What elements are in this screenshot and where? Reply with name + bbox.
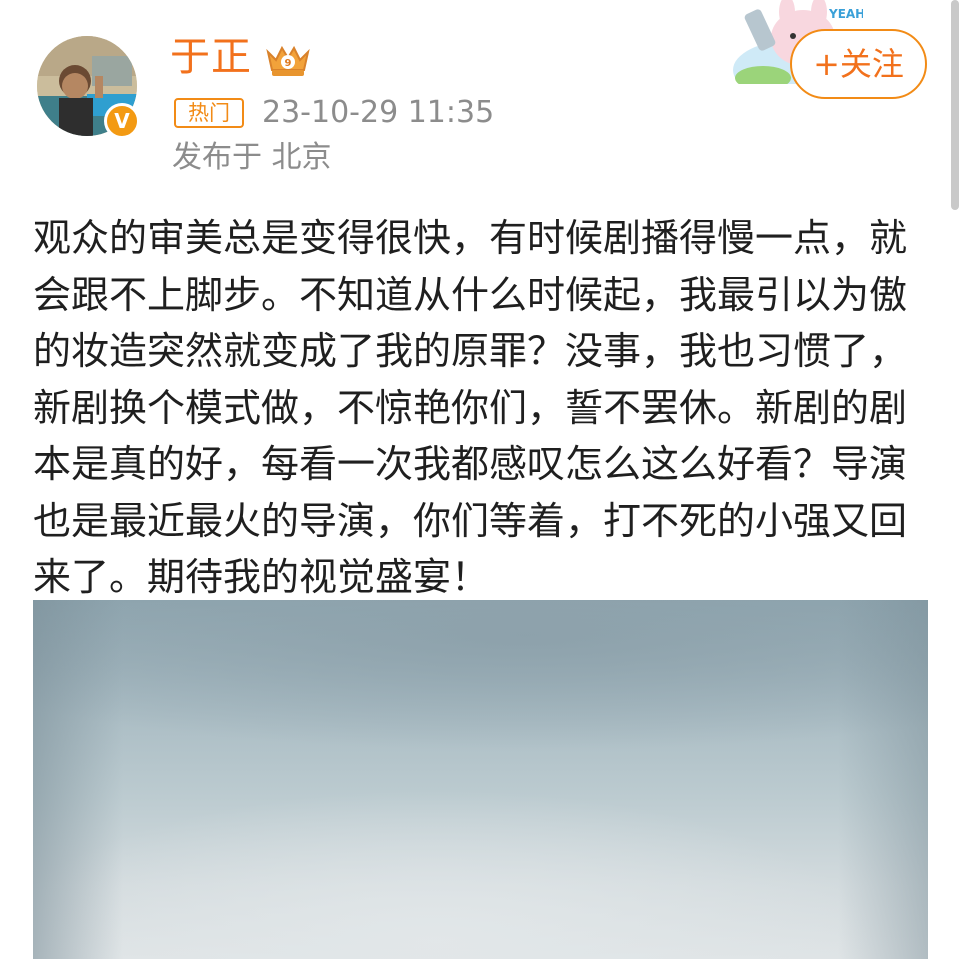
post-location: 发布于 北京 bbox=[172, 140, 332, 175]
verified-icon: V bbox=[104, 103, 140, 139]
svg-text:9: 9 bbox=[285, 58, 292, 69]
post-text: 观众的审美总是变得很快，有时候剧播得慢一点，就会跟不上脚步。不知道从什么时候起，… bbox=[33, 216, 908, 599]
image-shade-right bbox=[838, 600, 928, 959]
author-name[interactable]: 于正 bbox=[170, 33, 252, 81]
crown-badge-icon[interactable]: 9 bbox=[264, 40, 312, 80]
hot-badge: 热门 bbox=[174, 98, 244, 128]
image-shade-left bbox=[33, 600, 123, 959]
post-timestamp: 23-10-29 11:35 bbox=[262, 95, 495, 130]
follow-button[interactable]: +关注 bbox=[790, 29, 927, 99]
scrollbar[interactable] bbox=[951, 0, 959, 210]
sticker-text: YEAH! bbox=[828, 7, 863, 21]
post-header: V 于正 9 热门 23-10-29 11:35 发布于 北京 YEAH! +关… bbox=[0, 0, 959, 210]
post-image[interactable] bbox=[33, 600, 928, 959]
